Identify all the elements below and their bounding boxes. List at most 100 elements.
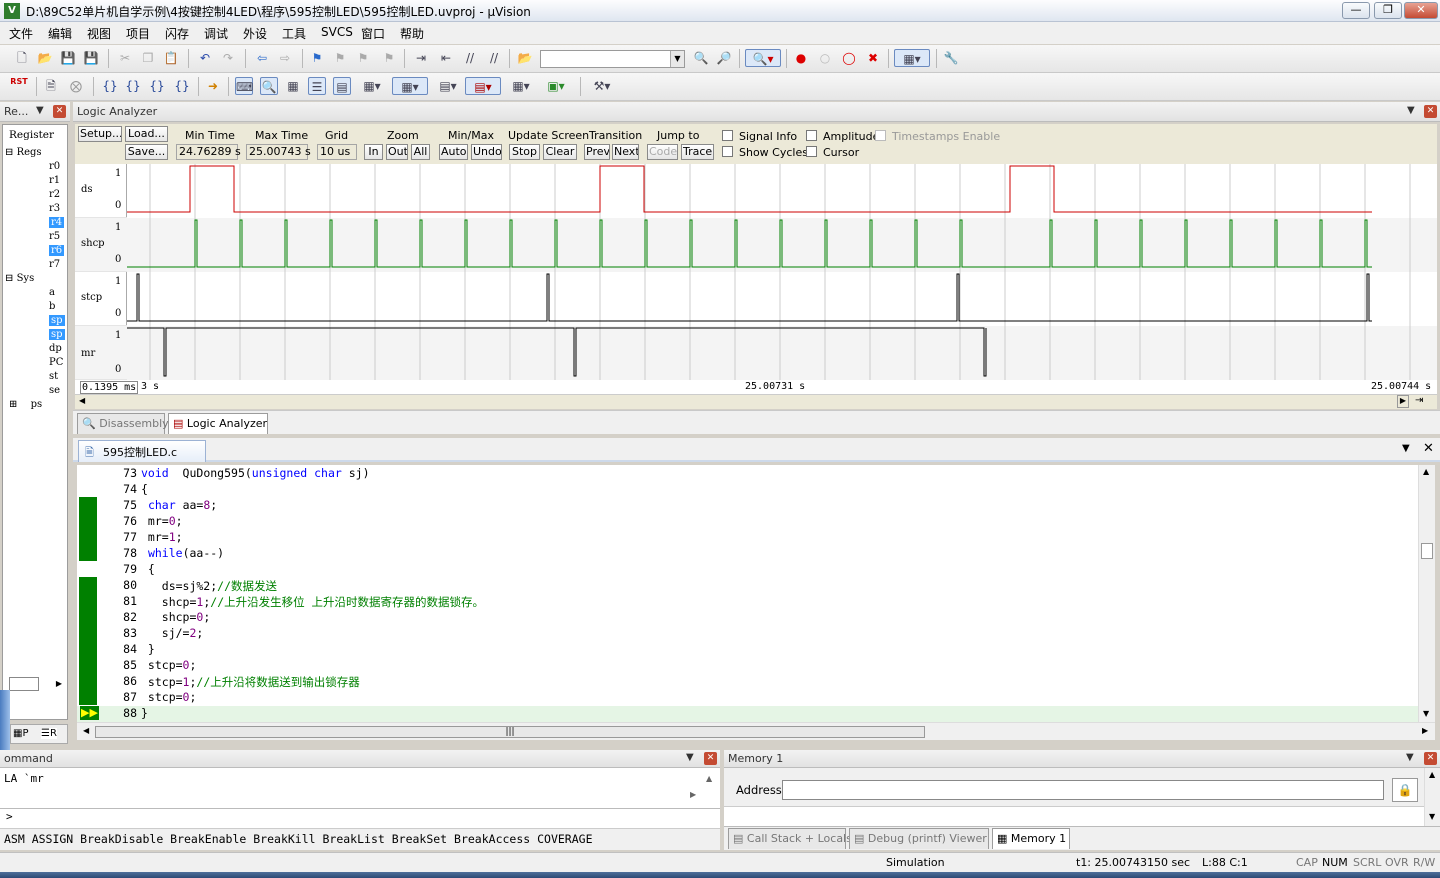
zoom-all-button[interactable]: All bbox=[411, 144, 430, 160]
chevron-down-icon[interactable]: ▼ bbox=[670, 51, 684, 67]
find-in-files-icon[interactable]: 📂 bbox=[516, 49, 534, 67]
scroll-right-icon[interactable]: ▶ bbox=[52, 677, 66, 691]
trace-window-icon[interactable]: ▦▾ bbox=[506, 77, 536, 95]
code-line[interactable]: stcp=1;//上升沿将数据送到输出锁存器 bbox=[141, 674, 360, 690]
code-line[interactable]: shcp=0; bbox=[141, 610, 211, 624]
window-layout-icon[interactable]: ▦▾ bbox=[894, 49, 930, 67]
scroll-down-icon[interactable]: ▼ bbox=[1423, 709, 1429, 718]
restore-button[interactable]: ❐ bbox=[1374, 2, 1402, 19]
uncomment-icon[interactable]: // bbox=[485, 49, 503, 67]
scroll-end-icon[interactable]: ⇥ bbox=[1415, 395, 1423, 406]
expand-icon[interactable]: ⊞ bbox=[9, 399, 21, 410]
show-cycles-checkbox[interactable] bbox=[722, 146, 733, 157]
command-window-icon[interactable]: ⌨ bbox=[235, 77, 253, 95]
lock-icon[interactable]: 🔒 bbox=[1392, 778, 1418, 802]
code-line[interactable]: void QuDong595(unsigned char sj) bbox=[141, 466, 370, 480]
open-file-icon[interactable]: 📂 bbox=[36, 49, 54, 67]
vscroll-thumb[interactable] bbox=[1421, 543, 1433, 559]
close-icon[interactable]: ✕ bbox=[1424, 752, 1437, 765]
menu-view[interactable]: 视图 bbox=[87, 25, 111, 42]
indent-icon[interactable]: ⇥ bbox=[412, 49, 430, 67]
code-line[interactable]: shcp=1;//上升沿发生移位 上升沿时数据寄存器的数据锁存。 bbox=[141, 594, 484, 610]
tab-debug-viewer[interactable]: ▤ Debug (printf) Viewer bbox=[849, 828, 989, 849]
code-line[interactable]: while(aa--) bbox=[141, 546, 224, 560]
code-line[interactable]: stcp=0; bbox=[141, 690, 197, 704]
register-tree-item[interactable]: sp bbox=[49, 329, 65, 340]
register-tree-item[interactable]: r7 bbox=[49, 259, 60, 270]
cursor-checkbox[interactable] bbox=[806, 146, 817, 157]
prev-button[interactable]: Prev bbox=[584, 144, 610, 160]
watch-window-icon[interactable]: ▦▾ bbox=[357, 77, 387, 95]
scroll-left-icon[interactable]: ◀ bbox=[79, 396, 85, 405]
tab-memory[interactable]: ▦ Memory 1 bbox=[992, 828, 1070, 849]
menu-peripherals[interactable]: 外设 bbox=[243, 25, 267, 42]
undo-icon[interactable]: ↶ bbox=[196, 49, 214, 67]
tab-logic-analyzer[interactable]: ▤ Logic Analyzer bbox=[168, 413, 268, 434]
signal-info-checkbox[interactable] bbox=[722, 130, 733, 141]
waveform-canvas[interactable] bbox=[127, 164, 1437, 380]
code-line[interactable]: { bbox=[141, 562, 155, 576]
register-tree-item[interactable]: r0 bbox=[49, 161, 60, 172]
tab-registers[interactable]: ☰R bbox=[41, 728, 57, 739]
bookmark-next-icon[interactable]: ⚑ bbox=[354, 49, 372, 67]
register-tree-item[interactable]: sp bbox=[49, 315, 65, 326]
nav-back-icon[interactable]: ⇦ bbox=[253, 49, 271, 67]
address-input[interactable] bbox=[782, 780, 1384, 800]
register-tree-item[interactable]: b bbox=[49, 301, 55, 312]
signal-row-mr[interactable]: mr 1 0 bbox=[75, 326, 127, 380]
undo-button[interactable]: Undo bbox=[471, 144, 502, 160]
incremental-find-icon[interactable]: 🔎 bbox=[715, 49, 733, 67]
memory-vscrollbar[interactable]: ▲ ▼ bbox=[1424, 768, 1440, 826]
new-file-icon[interactable]: 🗋 bbox=[13, 49, 31, 67]
register-tree-item[interactable]: r6 bbox=[49, 245, 65, 256]
auto-button[interactable]: Auto bbox=[439, 144, 468, 160]
load-button[interactable]: Load... bbox=[125, 126, 168, 142]
scroll-right-icon[interactable]: ▶ bbox=[690, 790, 696, 799]
step-out-icon[interactable]: {} bbox=[148, 77, 166, 95]
register-tree-item[interactable]: r3 bbox=[49, 203, 60, 214]
memory-window-icon[interactable]: ▦▾ bbox=[392, 77, 428, 95]
menu-help[interactable]: 帮助 bbox=[400, 25, 424, 42]
code-line[interactable]: char aa=8; bbox=[141, 498, 217, 512]
hscroll-thumb[interactable]: ||| bbox=[95, 726, 925, 738]
unindent-icon[interactable]: ⇤ bbox=[437, 49, 455, 67]
menu-file[interactable]: 文件 bbox=[9, 25, 33, 42]
register-tree-item[interactable]: dp bbox=[49, 343, 62, 354]
comment-icon[interactable]: // bbox=[461, 49, 479, 67]
system-viewer-icon[interactable]: ▣▾ bbox=[541, 77, 571, 95]
menu-tools[interactable]: 工具 bbox=[282, 25, 306, 42]
symbols-window-icon[interactable]: ▦ bbox=[284, 77, 302, 95]
register-tree-item[interactable]: a bbox=[49, 287, 55, 298]
tab-call-stack[interactable]: ▤ Call Stack + Locals bbox=[728, 828, 852, 849]
code-line[interactable]: mr=1; bbox=[141, 530, 183, 544]
pin-icon[interactable]: ▼ bbox=[1407, 105, 1415, 116]
breakpoint-disable-icon[interactable]: ○ bbox=[816, 49, 834, 67]
collapse-icon[interactable]: ⊟ bbox=[5, 273, 17, 284]
amplitude-checkbox[interactable] bbox=[806, 130, 817, 141]
cut-icon[interactable]: ✂ bbox=[116, 49, 134, 67]
code-line[interactable]: sj/=2; bbox=[141, 626, 204, 640]
paste-icon[interactable]: 📋 bbox=[162, 49, 180, 67]
copy-icon[interactable]: ❐ bbox=[139, 49, 157, 67]
signal-row-shcp[interactable]: shcp 1 0 bbox=[75, 218, 127, 272]
find-icon[interactable]: 🔍 bbox=[692, 49, 710, 67]
menu-debug[interactable]: 调试 bbox=[204, 25, 228, 42]
editor-hscrollbar[interactable]: ◀ ||| ▶ bbox=[77, 722, 1435, 740]
bookmark-icon[interactable]: ⚑ bbox=[308, 49, 326, 67]
timestamps-checkbox[interactable] bbox=[875, 130, 886, 141]
scroll-up-icon[interactable]: ▲ bbox=[1423, 467, 1429, 476]
reset-icon[interactable]: RST bbox=[10, 77, 28, 95]
code-line[interactable]: mr=0; bbox=[141, 514, 183, 528]
code-line[interactable]: { bbox=[141, 482, 148, 496]
command-input[interactable] bbox=[20, 810, 710, 826]
step-over-icon[interactable]: {} bbox=[124, 77, 142, 95]
analysis-window-icon[interactable]: ▤▾ bbox=[465, 77, 501, 95]
code-button[interactable]: Code bbox=[647, 144, 678, 160]
tab-source-file[interactable]: 🗎 595控制LED.c bbox=[78, 440, 206, 462]
editor-vscrollbar[interactable]: ▲ ▼ bbox=[1418, 465, 1435, 722]
close-icon[interactable]: ✕ bbox=[704, 752, 717, 765]
register-tree-item[interactable]: PC bbox=[49, 357, 63, 368]
breakpoint-disable-all-icon[interactable]: ◯ bbox=[840, 49, 858, 67]
register-tree-item[interactable]: r2 bbox=[49, 189, 60, 200]
pin-icon[interactable]: ▼ bbox=[1406, 752, 1414, 763]
